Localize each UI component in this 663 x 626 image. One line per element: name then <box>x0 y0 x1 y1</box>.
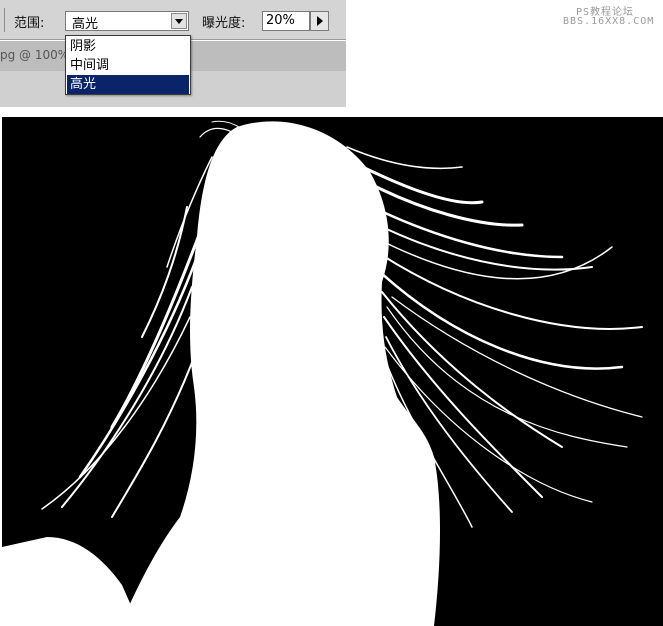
exposure-slider-button[interactable] <box>310 11 329 31</box>
hair-silhouette-image <box>2 117 663 626</box>
option-shadows[interactable]: 阴影 <box>67 37 189 56</box>
range-dropdown-list[interactable]: 阴影 中间调 高光 <box>65 35 191 95</box>
document-tab[interactable]: pg @ 100% <box>0 48 69 62</box>
exposure-label: 曝光度: <box>202 16 246 31</box>
arrow-right-icon <box>317 16 323 26</box>
option-midtones[interactable]: 中间调 <box>67 56 189 75</box>
exposure-input[interactable]: 20% <box>262 11 310 31</box>
range-select-value: 高光 <box>72 17 99 32</box>
range-label: 范围: <box>14 16 45 31</box>
chevron-down-icon <box>175 19 183 24</box>
exposure-value: 20% <box>266 13 295 28</box>
range-select-dropdown-button[interactable] <box>171 13 187 29</box>
watermark-url: BBS.16XX8.COM <box>563 16 655 27</box>
options-toolbar: 范围: 高光 曝光度: 20% <box>0 0 346 40</box>
toolbar-separator <box>4 8 5 32</box>
option-highlights[interactable]: 高光 <box>67 75 189 94</box>
range-select[interactable]: 高光 <box>65 11 189 32</box>
